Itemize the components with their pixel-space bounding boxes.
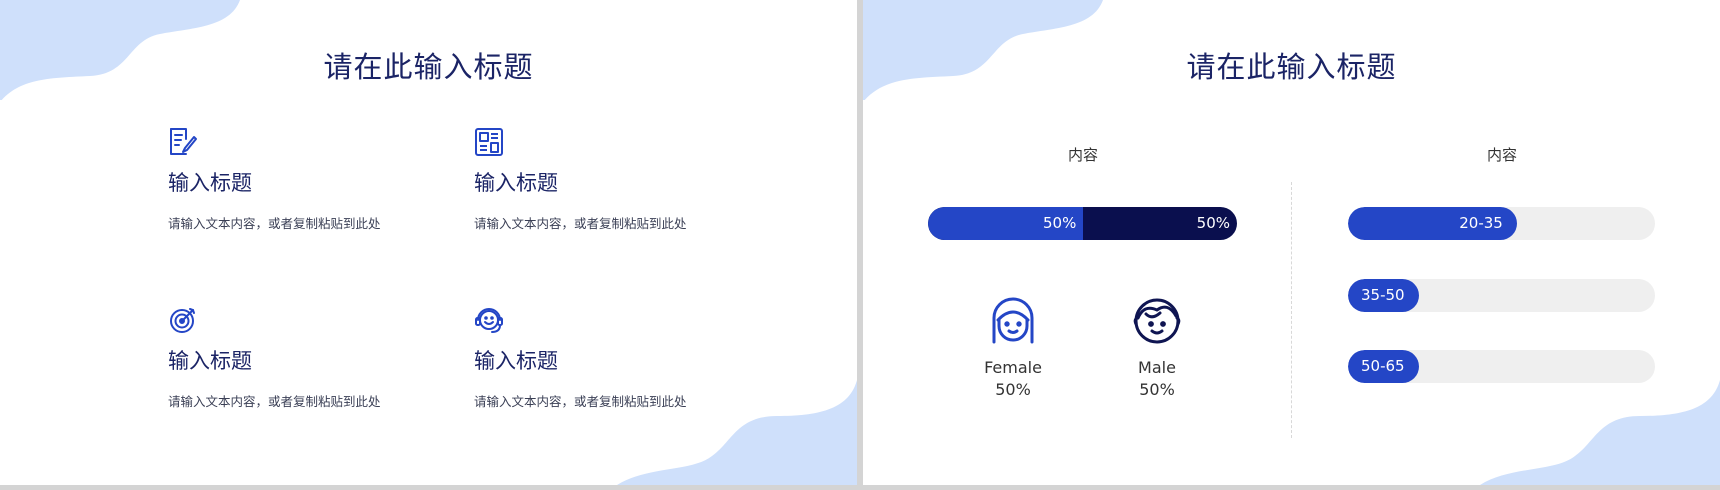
- age-range-fill: 20-35: [1348, 207, 1517, 240]
- feature-description: 请输入文本内容，或者复制粘贴到此处: [474, 216, 687, 231]
- feature-title: 输入标题: [168, 171, 252, 195]
- page-title: 请在此输入标题: [323, 50, 534, 84]
- layout-panels-icon: [475, 128, 503, 156]
- document-edit-icon: [170, 128, 197, 155]
- headset-support-icon: [475, 308, 503, 333]
- feature-description: 请输入文本内容，或者复制粘贴到此处: [474, 394, 687, 409]
- gender-split-bar: 50% 50%: [928, 207, 1237, 240]
- right-column-label: 内容: [1486, 146, 1517, 164]
- age-range-fill: 50-65: [1348, 350, 1419, 383]
- feature-description: 请输入文本内容，或者复制粘贴到此处: [168, 216, 381, 231]
- feature-title: 输入标题: [168, 349, 252, 373]
- age-range-bar: 20-35: [1348, 207, 1655, 240]
- column-divider: [1291, 182, 1292, 438]
- age-range-bar: 50-65: [1348, 350, 1655, 383]
- left-column-label: 内容: [1067, 146, 1098, 164]
- age-range-label: 50-65: [1361, 357, 1405, 375]
- female-avatar-icon: [992, 297, 1034, 344]
- male-figure: Male 50%: [1107, 296, 1207, 399]
- feature-description: 请输入文本内容，或者复制粘贴到此处: [168, 394, 381, 409]
- age-range-fill: 35-50: [1348, 279, 1419, 312]
- person-name: Female: [984, 358, 1042, 377]
- page-title: 请在此输入标题: [1186, 50, 1397, 84]
- female-percent-label: 50%: [1042, 214, 1077, 232]
- person-percent: 50%: [1139, 380, 1175, 399]
- target-icon: [170, 308, 195, 333]
- age-range-label: 35-50: [1361, 286, 1405, 304]
- male-avatar-icon: [1133, 298, 1181, 344]
- male-percent-label: 50%: [1196, 214, 1230, 232]
- feature-title: 输入标题: [474, 349, 558, 373]
- age-range-label: 20-35: [1459, 214, 1503, 232]
- bottom-right-decor-blob: [1480, 380, 1720, 485]
- age-range-bar: 35-50: [1348, 279, 1655, 312]
- feature-item: 输入标题 请输入文本内容，或者复制粘贴到此处: [168, 305, 438, 410]
- feature-item: 输入标题 请输入文本内容，或者复制粘贴到此处: [474, 127, 744, 232]
- feature-item: 输入标题 请输入文本内容，或者复制粘贴到此处: [474, 305, 744, 410]
- slide-2: 请在此输入标题 内容 内容 50% 50% Female 50% Male 50…: [863, 0, 1720, 485]
- female-figure: Female 50%: [963, 296, 1063, 399]
- slide-1: 请在此输入标题 输入标题 请输入文本内容，或者复制粘贴到此处 输入标题 请输入文…: [0, 0, 857, 485]
- person-percent: 50%: [995, 380, 1031, 399]
- feature-item: 输入标题 请输入文本内容，或者复制粘贴到此处: [168, 127, 438, 232]
- person-name: Male: [1138, 358, 1176, 377]
- feature-title: 输入标题: [474, 171, 558, 195]
